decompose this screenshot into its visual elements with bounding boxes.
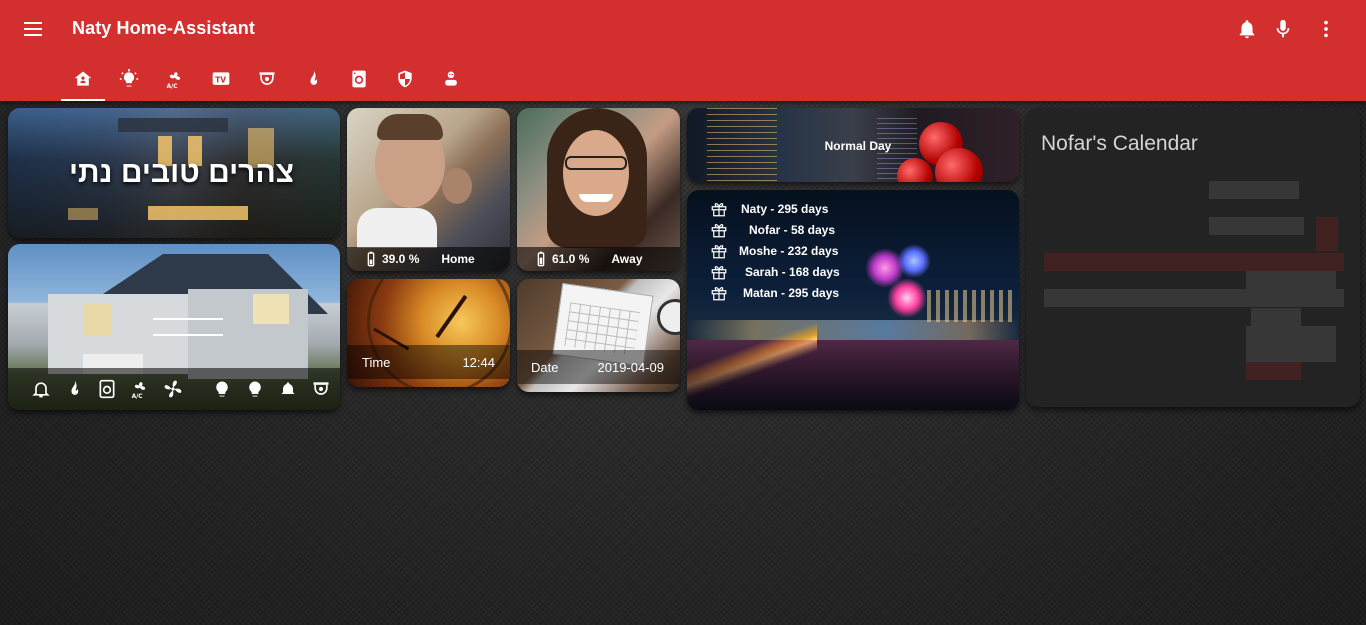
- tv-icon: TV: [212, 72, 230, 85]
- tab-lights[interactable]: [106, 60, 152, 101]
- date-overlay: Date 2019-04-09: [517, 350, 680, 384]
- more-vert-icon[interactable]: [1315, 18, 1337, 40]
- gift-icon: [711, 202, 727, 216]
- tab-laundry[interactable]: [336, 60, 382, 101]
- tab-tv[interactable]: TV: [198, 60, 244, 101]
- time-label: Time: [362, 354, 391, 370]
- time-value: 12:44: [462, 354, 495, 370]
- list-item: Moshe - 232 days: [709, 240, 840, 261]
- battery-level: 61.0 %: [552, 252, 590, 266]
- calendar-event[interactable]: [1246, 271, 1336, 289]
- fan-icon[interactable]: [156, 378, 189, 400]
- gift-icon: [711, 265, 727, 279]
- svg-text:TV: TV: [215, 75, 226, 84]
- menu-icon[interactable]: [22, 18, 44, 40]
- fire-icon: [310, 70, 318, 85]
- washing-machine-icon[interactable]: [90, 378, 123, 400]
- washing-machine-icon: [352, 70, 366, 88]
- home-icon: [74, 71, 92, 86]
- fire-icon[interactable]: [57, 378, 90, 400]
- day-type-card: Normal Day: [687, 108, 1019, 182]
- app-header: Naty Home-Assistant A/C TV: [0, 0, 1366, 101]
- microphone-icon[interactable]: [1272, 18, 1294, 40]
- tab-ac[interactable]: A/C: [152, 60, 198, 101]
- bell-ring-icon[interactable]: [271, 378, 304, 400]
- calendar-event[interactable]: [1044, 253, 1344, 271]
- bell-icon[interactable]: [24, 378, 57, 400]
- list-item: Sarah - 168 days: [709, 261, 840, 282]
- list-item: Naty - 295 days: [709, 198, 840, 219]
- date-label: Date: [531, 359, 559, 375]
- tab-home[interactable]: [60, 60, 106, 101]
- calendar-title: Nofar's Calendar: [1041, 132, 1198, 155]
- battery-level: 39.0 %: [382, 252, 420, 266]
- robot-vacuum-icon: [445, 71, 457, 86]
- calendar-event[interactable]: [1209, 181, 1299, 199]
- greeting-card: צהרים טובים נתי: [8, 108, 340, 238]
- camera-dome-icon: [259, 72, 275, 85]
- lightbulb-icon[interactable]: [238, 378, 271, 400]
- bell-icon[interactable]: [1236, 18, 1258, 40]
- calendar-card: Nofar's Calendar: [1026, 108, 1360, 407]
- calendar-event[interactable]: [1209, 217, 1304, 235]
- gift-icon: [711, 244, 727, 258]
- house-status-card: A/C: [8, 244, 340, 410]
- person-info-bar: 39.0 % Home: [347, 247, 510, 271]
- person-card-1[interactable]: 39.0 % Home: [347, 108, 510, 271]
- status-icon-bar: A/C: [8, 368, 340, 410]
- gift-icon: [711, 286, 727, 300]
- battery-icon: [367, 251, 375, 267]
- tab-cameras[interactable]: [244, 60, 290, 101]
- shield-icon: [398, 70, 412, 88]
- person-status: Home: [441, 252, 475, 266]
- person-info-bar: 61.0 % Away: [517, 247, 680, 271]
- day-type-text: Normal Day: [824, 139, 892, 153]
- date-value: 2019-04-09: [597, 359, 665, 375]
- birthdays-card: Naty - 295 days Nofar - 58 days Moshe - …: [687, 190, 1019, 410]
- tab-security[interactable]: [382, 60, 428, 101]
- calendar-event[interactable]: [1246, 326, 1336, 344]
- birthday-list: Naty - 295 days Nofar - 58 days Moshe - …: [709, 198, 840, 303]
- lightbulb-icon[interactable]: [205, 378, 238, 400]
- air-conditioner-icon[interactable]: A/C: [123, 378, 156, 400]
- greeting-text: צהרים טובים נתי: [68, 156, 294, 189]
- app-title: Naty Home-Assistant: [72, 18, 255, 38]
- list-item: Nofar - 58 days: [709, 219, 840, 240]
- date-card: Date 2019-04-09: [517, 279, 680, 392]
- camera-dome-icon[interactable]: [304, 378, 337, 400]
- time-overlay: Time 12:44: [347, 345, 510, 379]
- person-card-2[interactable]: 61.0 % Away: [517, 108, 680, 271]
- air-conditioner-icon: A/C: [167, 72, 181, 89]
- svg-text:A/C: A/C: [131, 394, 142, 399]
- svg-text:A/C: A/C: [167, 84, 178, 89]
- tab-heater[interactable]: [290, 60, 336, 101]
- time-card: Time 12:44: [347, 279, 510, 387]
- person-status: Away: [611, 252, 643, 266]
- list-item: Matan - 295 days: [709, 282, 840, 303]
- lightbulb-icon: [119, 69, 139, 87]
- tab-vacuum[interactable]: [428, 60, 474, 101]
- battery-icon: [537, 251, 545, 267]
- gift-icon: [711, 223, 727, 237]
- calendar-event[interactable]: [1044, 289, 1344, 307]
- view-tabs: A/C TV: [60, 60, 474, 101]
